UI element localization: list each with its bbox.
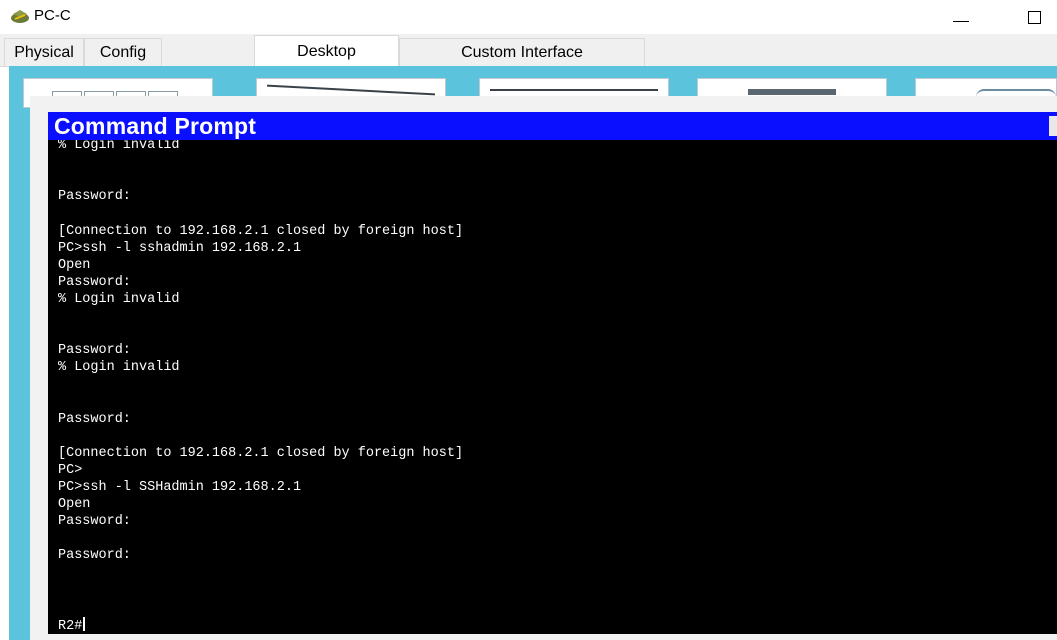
terminal-line: Open — [58, 257, 91, 273]
terminal-line: Open — [58, 497, 91, 513]
tab-bar: Physical Config Desktop Custom Interface — [0, 34, 1057, 67]
tab-custom-interface[interactable]: Custom Interface — [399, 38, 645, 66]
command-prompt-title: Command Prompt — [54, 113, 257, 139]
scrollbar[interactable] — [1049, 116, 1057, 136]
maximize-icon — [1027, 10, 1041, 24]
terminal-line: Password: — [58, 343, 131, 359]
terminal-line: Password: — [58, 548, 131, 564]
tab-desktop[interactable]: Desktop — [254, 35, 399, 67]
tab-config[interactable]: Config — [84, 38, 162, 66]
tab-label: Config — [99, 43, 147, 61]
terminal-line: Password: — [58, 274, 131, 290]
window-titlebar: PC-C — [0, 0, 1057, 34]
terminal-line: PC> — [58, 462, 83, 478]
terminal-output[interactable]: % Login invalid Password: [Connection to 1… — [48, 140, 1057, 634]
router-pc-icon — [11, 10, 29, 23]
tab-label: Desktop — [297, 42, 356, 60]
terminal-line: PC>ssh -l sshadmin 192.168.2.1 — [58, 240, 302, 256]
terminal-line: [Connection to 192.168.2.1 closed by for… — [58, 445, 464, 461]
window-title: PC-C — [34, 7, 71, 24]
minimize-button[interactable] — [938, 2, 984, 32]
tab-physical[interactable]: Physical — [4, 38, 84, 66]
terminal-line: Password: — [58, 514, 131, 530]
terminal-line: R2# — [58, 616, 86, 634]
tab-label: Custom Interface — [461, 43, 583, 61]
terminal-line: PC>ssh -l SSHadmin 192.168.2.1 — [58, 480, 302, 495]
command-prompt-titlebar: Command Prompt — [48, 112, 1057, 140]
terminal-line: % Login invalid — [58, 140, 180, 153]
terminal-line: Password: — [58, 411, 131, 427]
terminal-line: % Login invalid — [58, 360, 180, 376]
terminal-line: % Login invalid — [58, 291, 180, 307]
terminal-line: [Connection to 192.168.2.1 closed by for… — [58, 223, 464, 239]
terminal-line: Password: — [58, 189, 131, 205]
desktop-area: Command Prompt % Login invalid Password:[… — [9, 66, 1057, 640]
minimize-icon — [953, 20, 969, 22]
command-prompt-window: Command Prompt % Login invalid Password:[… — [30, 96, 1057, 640]
tab-label: Physical — [14, 43, 74, 61]
maximize-button[interactable] — [1011, 2, 1057, 32]
text-cursor — [83, 616, 86, 631]
